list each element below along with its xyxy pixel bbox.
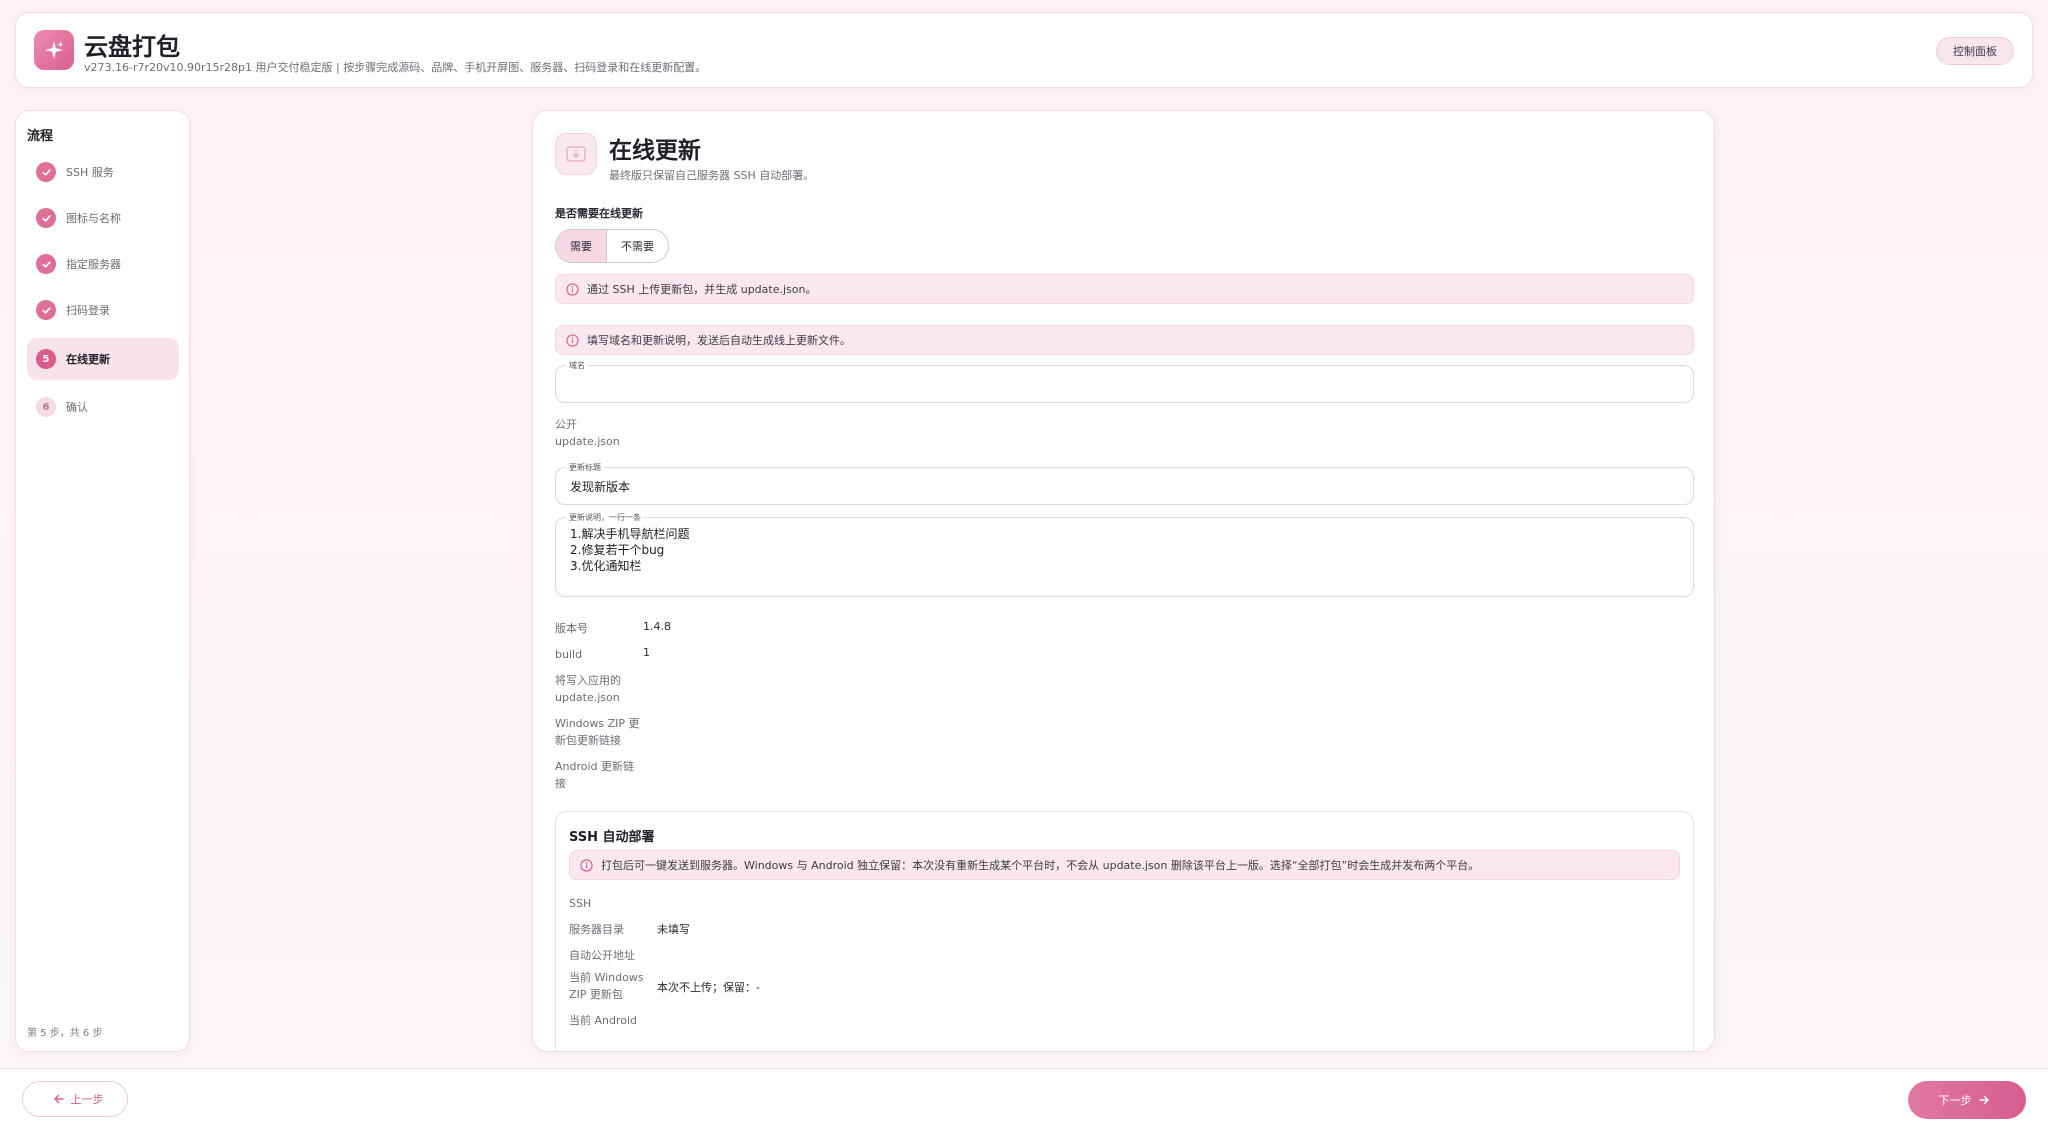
step-item-online-update[interactable]: 5 在线更新 — [27, 338, 179, 380]
update-title-label: 更新标题 — [566, 462, 604, 473]
server-dir-value: 未填写 — [657, 923, 690, 936]
sidebar-title: 流程 — [27, 129, 54, 144]
step-label: 扫码登录 — [66, 304, 110, 317]
check-icon — [36, 162, 56, 182]
arrow-left-icon — [53, 1094, 64, 1104]
notes-line: 2.修复若干个bug — [570, 543, 665, 557]
step-sidebar: 流程 SSH 服务 图标与名称 指定服务器 扫码登录 5 在线更新 6 确认 第… — [15, 110, 190, 1052]
update-title-field[interactable]: 更新标题 发现新版本 — [555, 462, 1694, 505]
update-notes-label: 更新说明，一行一条 — [566, 512, 644, 523]
next-step-button[interactable]: 下一步 — [1908, 1081, 2026, 1119]
ssh-label: SSH — [569, 897, 592, 910]
info-alert-ssh: 通过 SSH 上传更新包，并生成 update.json。 — [555, 274, 1694, 304]
server-dir-label: 服务器目录 — [569, 923, 624, 936]
info-icon — [566, 282, 579, 296]
windows-zip-value: 本次不上传；保留：- — [657, 981, 760, 994]
ssh-info-alert: 打包后可一键发送到服务器。Windows 与 Android 独立保留：本次没有… — [569, 850, 1680, 880]
android-package-label: 当前 Android — [569, 1014, 638, 1027]
step-item-confirm[interactable]: 6 确认 — [27, 386, 179, 428]
domain-field[interactable]: 域名 — [555, 360, 1694, 403]
step-item-server[interactable]: 指定服务器 — [27, 243, 179, 285]
update-notes-textarea[interactable]: 更新说明，一行一条 1.解决手机导航栏问题 2.修复若干个bug 3.优化通知栏 — [555, 512, 1694, 597]
footer-nav: 上一步 下一步 — [0, 1068, 2048, 1131]
domain-field-label: 域名 — [566, 360, 588, 371]
arrow-right-icon — [1978, 1095, 1989, 1105]
dashboard-button[interactable]: 控制面板 — [1936, 37, 2014, 65]
public-update-json-label: 公开 update.json — [555, 418, 620, 448]
step-item-ssh[interactable]: SSH 服务 — [27, 151, 179, 193]
step-label: SSH 服务 — [66, 166, 114, 179]
windows-zip-label: 当前 Windows ZIP 更新包 — [569, 971, 644, 1001]
info-alert-domain: 填写域名和更新说明，发送后自动生成线上更新文件。 — [555, 325, 1694, 355]
ssh-deploy-title: SSH 自动部署 — [569, 830, 655, 845]
version-value: 1.4.8 — [643, 620, 671, 633]
check-icon — [36, 300, 56, 320]
section-title: 在线更新 — [609, 138, 701, 164]
section-subtitle: 最终版只保留自己服务器 SSH 自动部署。 — [609, 169, 815, 182]
alert-text: 填写域名和更新说明，发送后自动生成线上更新文件。 — [587, 334, 851, 347]
update-toggle: 需要 不需要 — [555, 229, 669, 263]
update-title-value: 发现新版本 — [570, 480, 631, 494]
alert-text: 通过 SSH 上传更新包，并生成 update.json。 — [587, 283, 817, 296]
step-item-qr-login[interactable]: 扫码登录 — [27, 289, 179, 331]
step-number: 5 — [36, 349, 56, 369]
prev-step-button[interactable]: 上一步 — [22, 1081, 128, 1117]
update-window-icon — [555, 133, 597, 175]
info-icon — [580, 858, 593, 872]
notes-line: 3.优化通知栏 — [570, 559, 642, 573]
notes-line: 1.解决手机导航栏问题 — [570, 527, 690, 541]
app-header: 云盘打包 v273.16-r7r20v10.90r15r28p1 用户交付稳定版… — [15, 12, 2033, 88]
build-label: build — [555, 648, 583, 661]
app-subtitle: v273.16-r7r20v10.90r15r28p1 用户交付稳定版 | 按步… — [84, 61, 707, 74]
option-no-need[interactable]: 不需要 — [607, 230, 668, 262]
app-title: 云盘打包 — [84, 33, 180, 61]
step-progress: 第 5 步，共 6 步 — [27, 1028, 103, 1039]
windows-zip-link-label: Windows ZIP 更 新包更新链接 — [555, 717, 640, 747]
alert-text: 打包后可一键发送到服务器。Windows 与 Android 独立保留：本次没有… — [601, 859, 1480, 872]
step-item-icon-name[interactable]: 图标与名称 — [27, 197, 179, 239]
step-number: 6 — [36, 397, 56, 417]
build-value: 1 — [643, 646, 650, 659]
write-update-json-label: 将写入应用的 update.json — [555, 674, 621, 704]
sparkle-logo-icon — [34, 30, 74, 70]
info-icon — [566, 333, 579, 347]
update-question-label: 是否需要在线更新 — [555, 207, 643, 220]
online-update-panel: 在线更新 最终版只保留自己服务器 SSH 自动部署。 是否需要在线更新 需要 不… — [532, 110, 1715, 1052]
option-need[interactable]: 需要 — [556, 230, 607, 262]
check-icon — [36, 208, 56, 228]
auto-url-label: 自动公开地址 — [569, 949, 635, 962]
step-label: 指定服务器 — [66, 258, 121, 271]
ssh-deploy-card: SSH 自动部署 打包后可一键发送到服务器。Windows 与 Android … — [555, 811, 1694, 1051]
step-label: 在线更新 — [66, 353, 110, 366]
check-icon — [36, 254, 56, 274]
step-label: 图标与名称 — [66, 212, 121, 225]
step-label: 确认 — [66, 401, 88, 414]
version-label: 版本号 — [555, 622, 588, 635]
android-link-label: Android 更新链 接 — [555, 760, 635, 790]
